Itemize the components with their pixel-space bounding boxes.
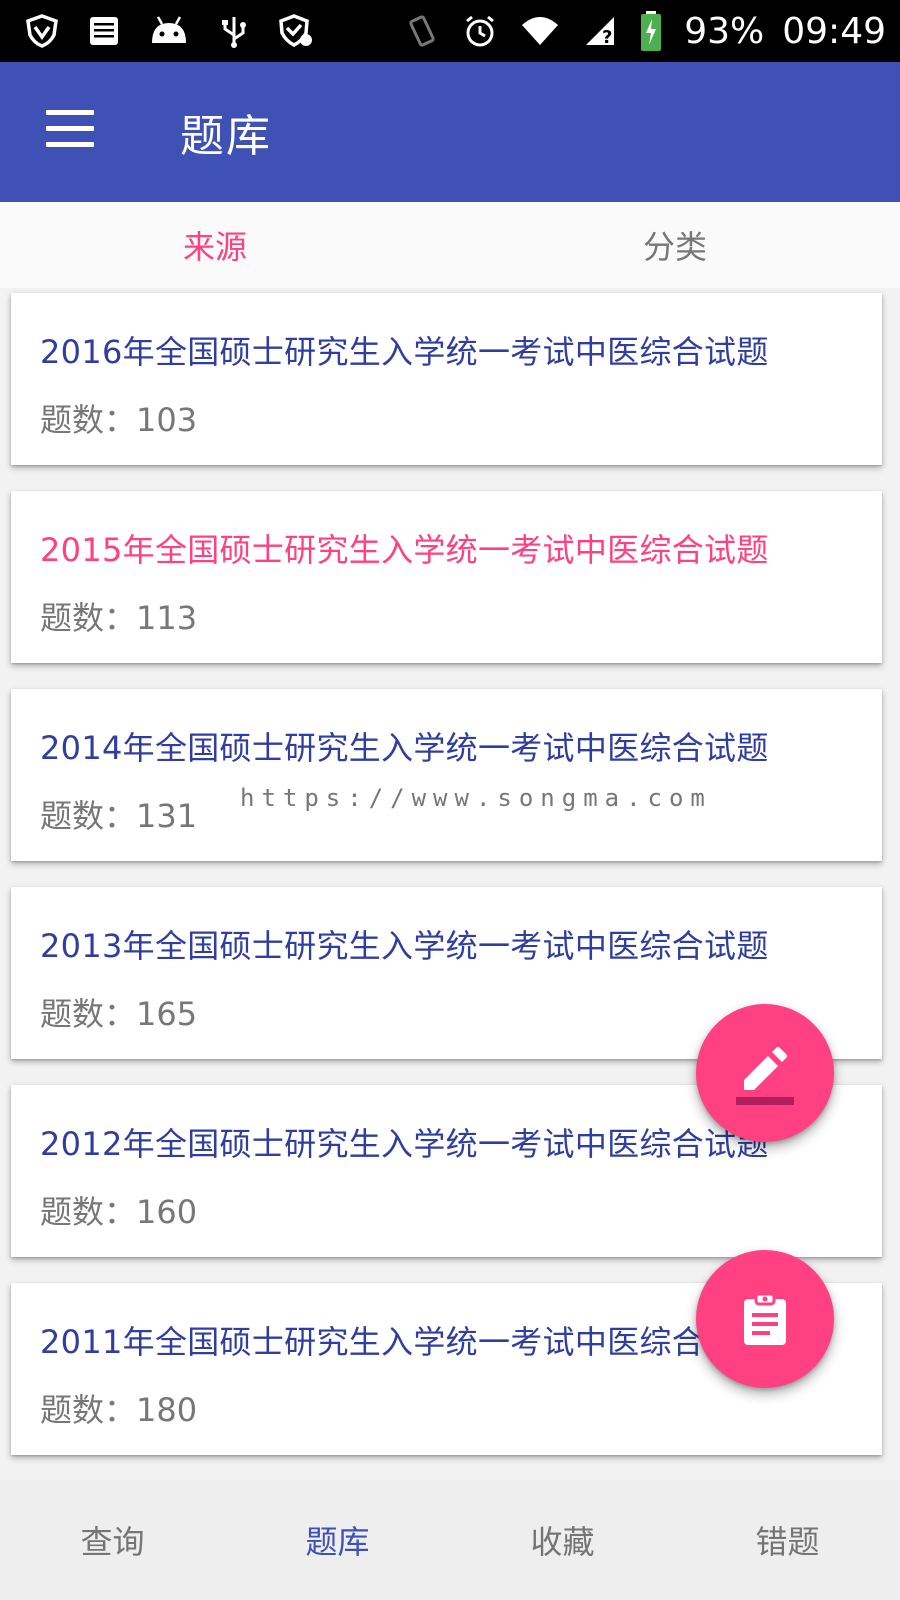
edit-fab-button[interactable] [696,1004,834,1142]
question-card-2016[interactable]: 2016年全国硕士研究生入学统一考试中医综合试题 题数：103 [11,293,882,465]
battery-percent: 93% [684,10,765,52]
vpn-shield-icon [26,14,58,48]
nav-query[interactable]: 查询 [0,1480,225,1600]
card-title: 2013年全国硕士研究生入学统一考试中医综合试题 [40,927,769,965]
card-title: 2015年全国硕士研究生入学统一考试中医综合试题 [40,531,769,569]
signal-icon: ? [586,17,615,48]
nav-question-bank[interactable]: 题库 [225,1480,450,1600]
tab-bar: 来源 分类 [0,202,900,288]
page-title: 题库 [180,111,272,162]
nav-favorites[interactable]: 收藏 [450,1480,675,1600]
alarm-icon [466,15,495,47]
svg-text:?: ? [602,27,612,48]
status-bar-right-icons: ? 93% 09:49 [404,8,886,54]
clock: 09:49 [782,10,886,52]
card-title: 2014年全国硕士研究生入学统一考试中医综合试题 [40,729,769,767]
storage-icon [90,17,118,45]
card-title: 2011年全国硕士研究生入学统一考试中医综合试题 [40,1323,769,1361]
card-count: 题数：180 [40,1391,198,1429]
usb-icon [222,17,246,48]
watermark: https://www.songma.com [240,784,712,812]
menu-icon[interactable] [46,108,96,148]
tab-source[interactable]: 来源 [0,202,460,288]
card-count: 题数：103 [40,401,198,439]
edit-icon [736,1047,794,1105]
card-count: 题数：165 [40,995,198,1033]
card-count: 题数：160 [40,1193,198,1231]
card-title: 2016年全国硕士研究生入学统一考试中医综合试题 [40,333,769,371]
vibrate-icon [409,15,435,47]
card-count: 题数：131 [40,797,198,835]
card-title: 2012年全国硕士研究生入学统一考试中医综合试题 [40,1125,769,1163]
android-debug-icon [152,16,186,43]
card-count: 题数：113 [40,599,198,637]
shield-check-icon [279,14,312,47]
battery-charging-icon [641,11,662,51]
app-bar: 题库 [0,62,900,202]
wifi-icon [522,17,559,45]
tab-category[interactable]: 分类 [460,202,900,288]
clipboard-icon [744,1292,786,1345]
clipboard-fab-button[interactable] [696,1250,834,1388]
nav-mistakes[interactable]: 错题 [675,1480,900,1600]
question-card-2014[interactable]: 2014年全国硕士研究生入学统一考试中医综合试题 题数：131 [11,689,882,861]
bottom-navigation: 查询 题库 收藏 错题 [0,1480,900,1600]
status-bar-left-icons [24,12,314,50]
question-card-2015[interactable]: 2015年全国硕士研究生入学统一考试中医综合试题 题数：113 [11,491,882,663]
status-bar: ? 93% 09:49 [0,0,900,62]
